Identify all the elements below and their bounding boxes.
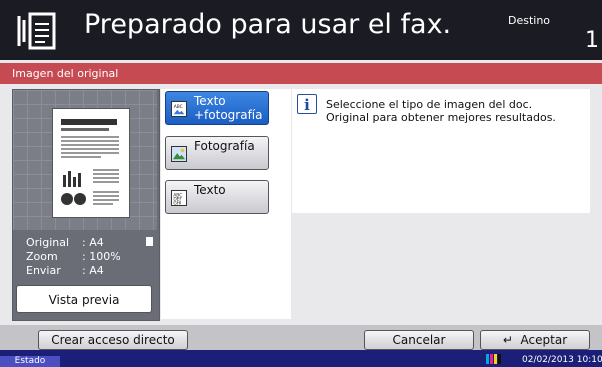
toner-level-icon — [486, 354, 501, 364]
option-label-line1: Texto — [194, 94, 226, 108]
zoom-row: Zoom : 100% — [26, 250, 121, 263]
send-size-row: Enviar : A4 — [26, 264, 104, 277]
section-title: Imagen del original — [12, 67, 119, 80]
option-label: Texto — [194, 183, 226, 197]
option-label: Fotografía — [194, 139, 255, 153]
return-arrow-icon: ↵ — [502, 333, 513, 347]
original-label: Original — [26, 236, 70, 249]
status-button[interactable]: Estado — [0, 356, 60, 367]
document-thumbnail — [52, 108, 130, 218]
destination-count: 1 — [585, 28, 599, 53]
date-time: 02/02/2013 10:10 — [522, 355, 602, 365]
accept-button[interactable]: ↵ Aceptar — [480, 330, 590, 350]
zoom-label: Zoom — [26, 250, 58, 263]
info-icon: i — [297, 94, 317, 114]
preview-button[interactable]: Vista previa — [16, 285, 152, 313]
help-message-text: Seleccione el tipo de imagen del doc. Or… — [326, 98, 556, 124]
text-icon: ABC DEF GHI — [171, 190, 187, 206]
svg-text:ABC: ABC — [174, 104, 183, 110]
cancel-button[interactable]: Cancelar — [364, 330, 474, 350]
svg-text:GHI: GHI — [173, 201, 181, 206]
send-value: : A4 — [82, 264, 104, 277]
destination-label: Destino — [508, 14, 551, 27]
accept-label: Aceptar — [520, 333, 568, 347]
original-size-row: Original : A4 — [26, 236, 104, 249]
page-orientation-icon — [146, 237, 153, 246]
send-label: Enviar — [26, 264, 61, 277]
fax-document-icon — [17, 12, 56, 50]
option-text-photo-button[interactable]: ABC Texto +fotografía — [165, 91, 269, 125]
option-text-button[interactable]: ABC DEF GHI Texto — [165, 180, 269, 214]
option-photo-button[interactable]: Fotografía — [165, 136, 269, 170]
option-label: Texto +fotografía — [194, 94, 262, 122]
create-shortcut-button[interactable]: Crear acceso directo — [38, 330, 188, 350]
text-photo-icon: ABC — [171, 101, 187, 117]
option-label-line2: +fotografía — [194, 108, 263, 122]
zoom-value: : 100% — [82, 250, 121, 263]
photo-icon — [171, 146, 187, 162]
status-bar — [0, 350, 602, 367]
page-title: Preparado para usar el fax. — [84, 9, 452, 40]
original-value: : A4 — [82, 236, 104, 249]
